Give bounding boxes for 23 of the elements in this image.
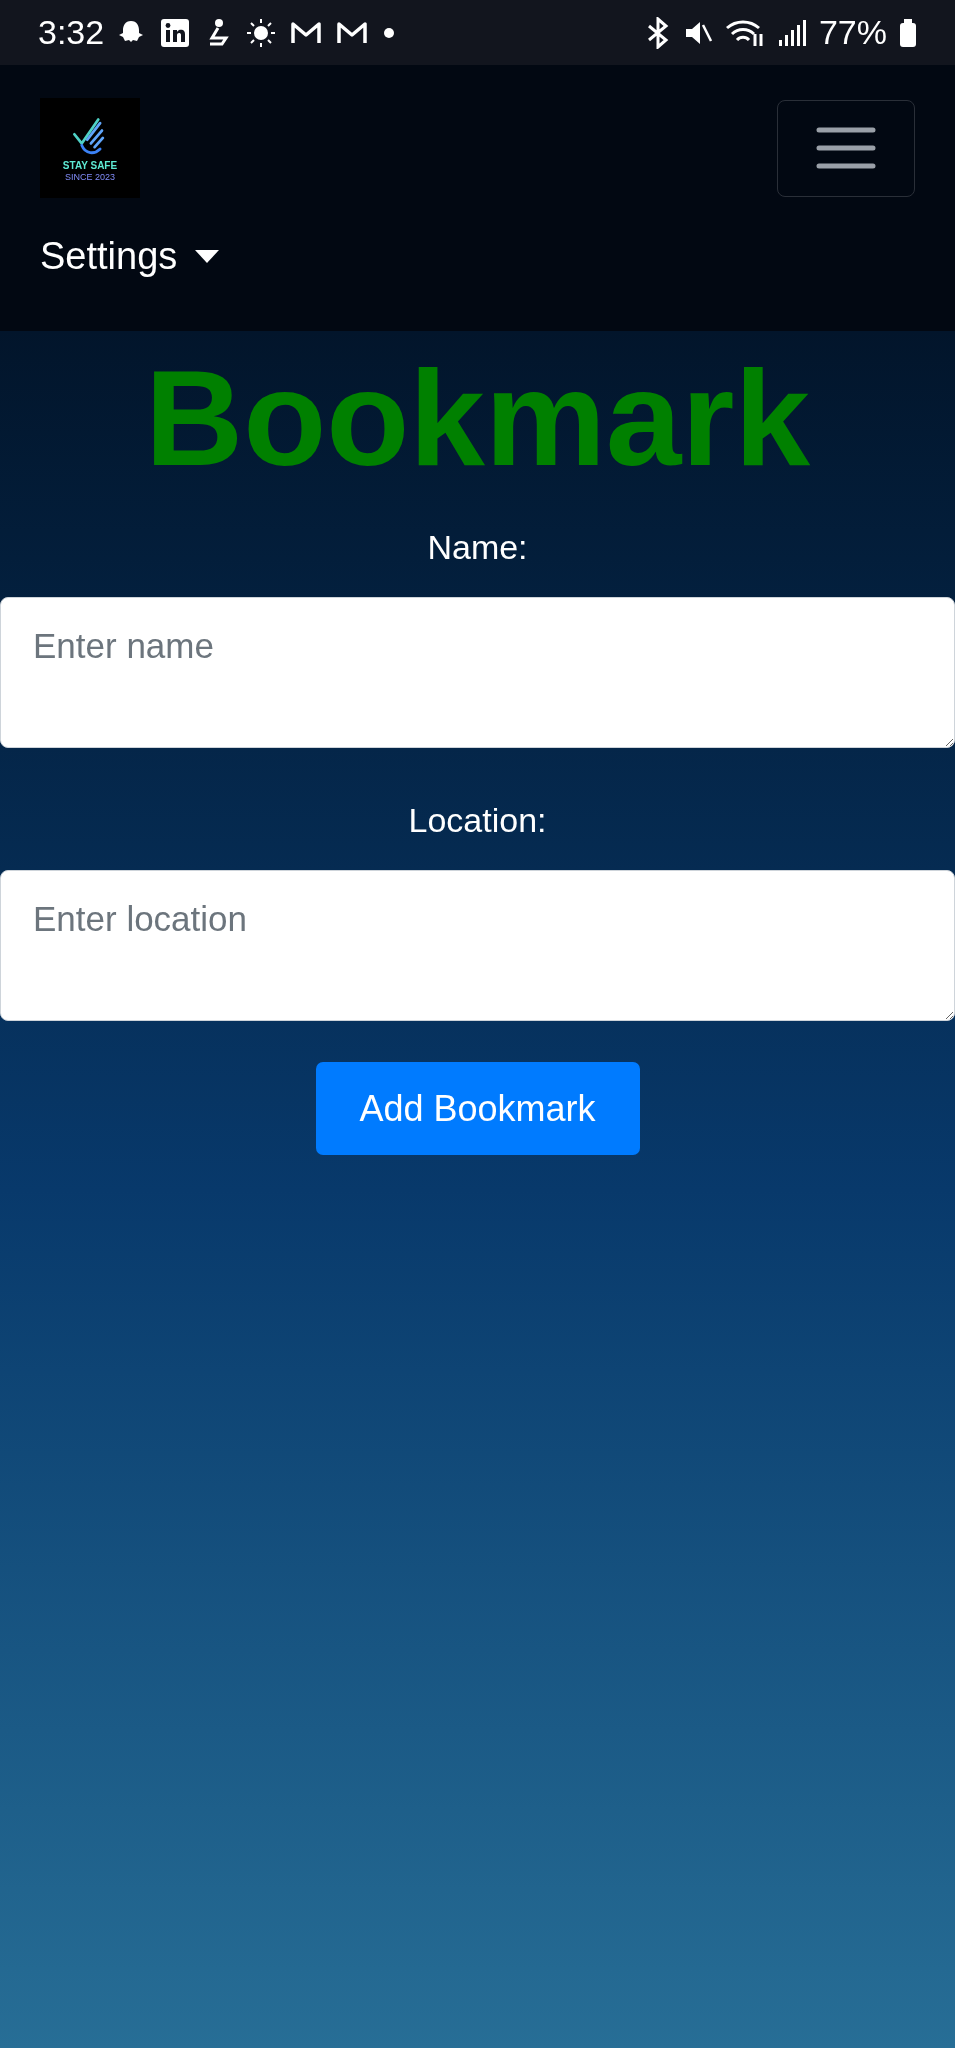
menu-icon [816, 126, 876, 170]
field-label: Location: [408, 800, 547, 840]
caret-icon [195, 249, 220, 264]
logo-subtext: SINCE 2023 [65, 171, 115, 183]
dot-icon [382, 25, 397, 40]
mail-icon [336, 19, 369, 46]
field-label: Name: [427, 527, 528, 567]
battery-percentage: 77% [818, 12, 887, 53]
logo-text: STAY SAFE [62, 159, 118, 172]
text-area[interactable]: Enter name [0, 597, 955, 748]
battery-icon [899, 17, 917, 48]
text-area[interactable]: Enter location [0, 870, 955, 1021]
add-bookmark-button[interactable]: Add Bookmark [315, 1062, 640, 1155]
status-time: 3:32 [38, 12, 105, 53]
logo[interactable]: STAY SAFE SINCE 2023 [40, 98, 140, 198]
sun-icon [246, 17, 277, 48]
wifi-icon [724, 17, 765, 48]
linkedin-icon [160, 17, 191, 48]
mail-icon [290, 19, 323, 46]
menu-button[interactable] [777, 99, 915, 197]
settings-dropdown[interactable]: Settings [40, 228, 220, 285]
page-title: Bookmark [144, 343, 811, 493]
signal-icon [776, 17, 807, 48]
